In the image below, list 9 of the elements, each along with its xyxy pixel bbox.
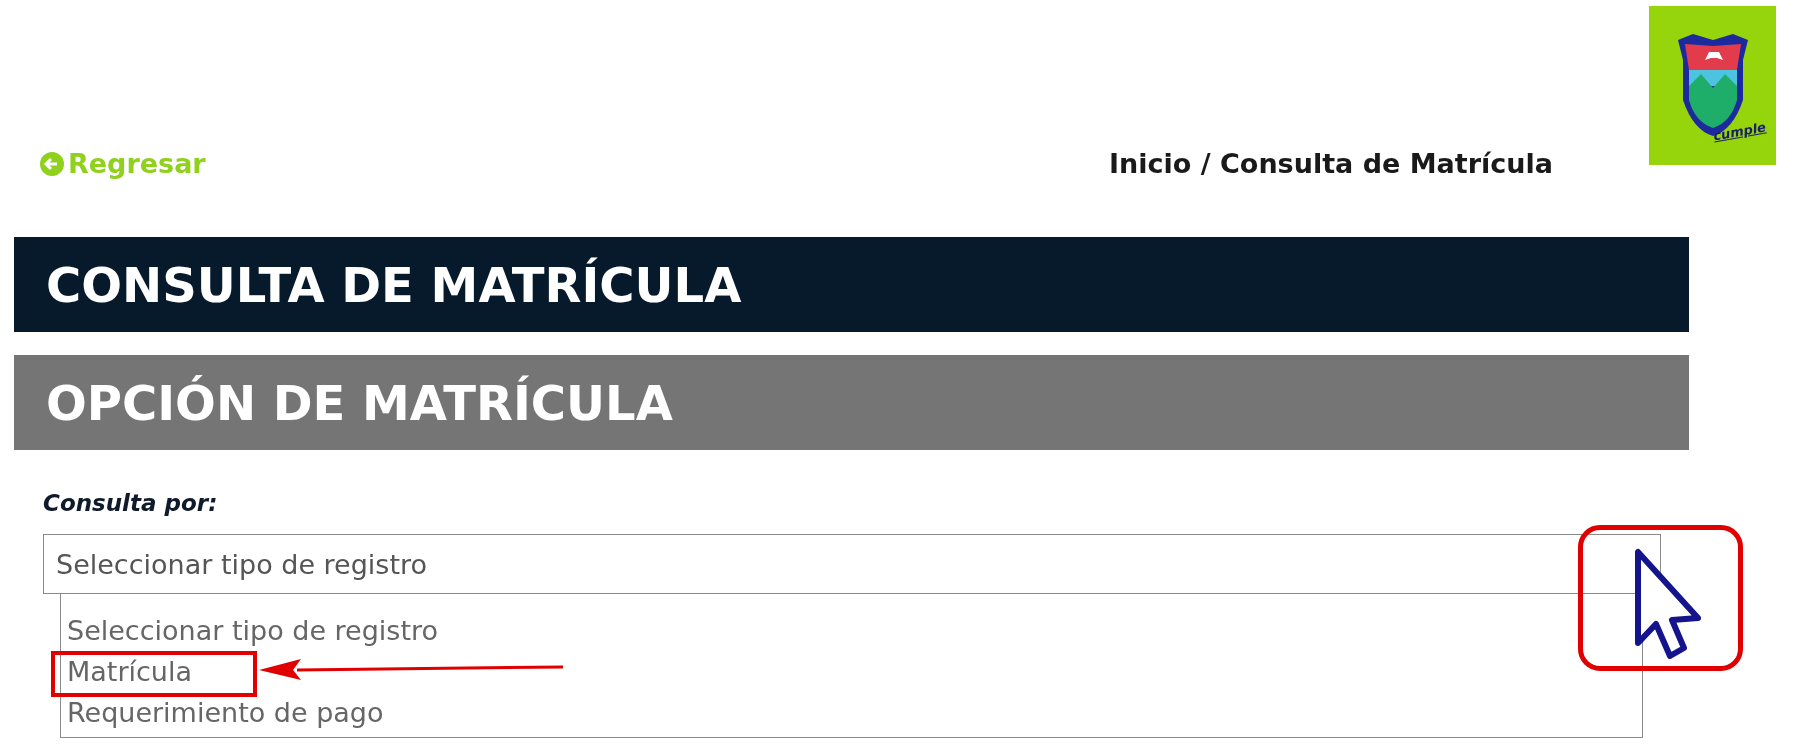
dropdown-option[interactable]: Seleccionar tipo de registro: [67, 612, 438, 649]
page-title: CONSULTA DE MATRÍCULA: [46, 256, 742, 313]
section-title: OPCIÓN DE MATRÍCULA: [46, 374, 673, 431]
field-label: Consulta por:: [43, 490, 219, 516]
dropdown-option[interactable]: Matrícula: [67, 653, 193, 690]
dropdown-option[interactable]: Requerimiento de pago: [67, 694, 384, 731]
logo-caption: cumple: [1712, 119, 1767, 144]
breadcrumb: Inicio / Consulta de Matrícula: [1109, 148, 1553, 179]
select-field[interactable]: Seleccionar tipo de registro: [43, 534, 1661, 594]
